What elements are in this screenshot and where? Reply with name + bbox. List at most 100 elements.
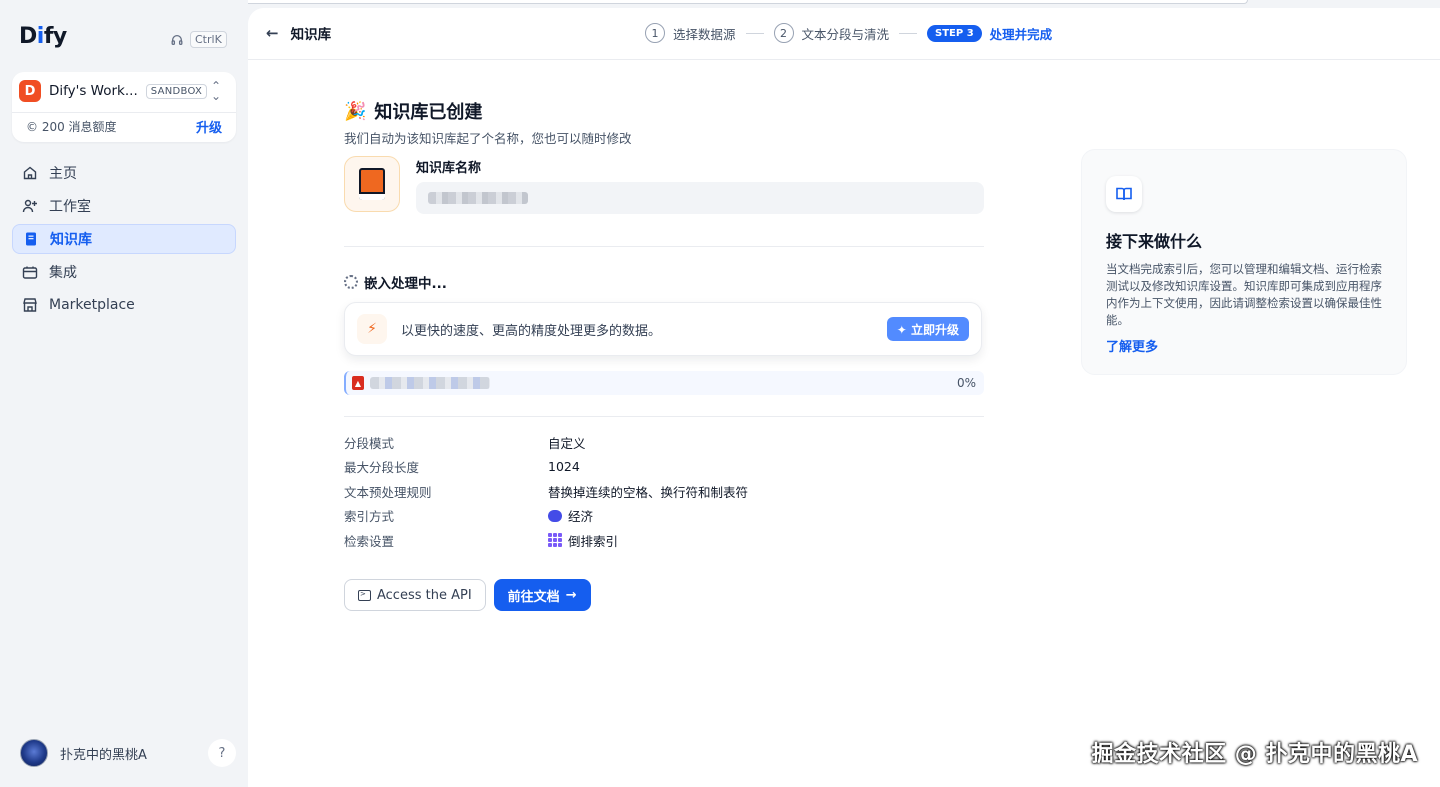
name-label: 知识库名称 [416,161,482,176]
back-label: 知识库 [290,27,332,43]
nav-item-knowledge[interactable]: 知识库 [12,224,236,254]
pdf-file-icon: ▲ [352,376,364,390]
workspace-switcher[interactable]: D Dify's Work... SANDBOX ⌃ ⌄ [19,80,231,102]
setting-key: 检索设置 [344,533,395,549]
page-title: 🎉 知识库已创建 [344,98,984,124]
workspace-name: Dify's Work... [49,83,138,99]
current-step-badge: STEP 3 [927,24,982,42]
title-text: 知识库已创建 [374,102,483,123]
divider [344,416,984,417]
setting-value: 自定义 [548,435,586,451]
action-buttons: > Access the API 前往文档 → [344,579,591,611]
embedding-title: 嵌入处理中... [364,276,447,292]
chevron-up-down-icon: ⌃ ⌄ [210,79,221,103]
step-separator [899,32,918,34]
setting-row: 文本预处理规则 替换掉连续的空格、换行符和制表符 [344,479,984,504]
nav-item-marketplace[interactable]: Marketplace [12,290,236,320]
stepper: 1 选择数据源 2 文本分段与清洗 STEP 3 处理并完成 [645,23,1052,43]
plan-badge: SANDBOX [145,83,208,99]
knowledge-name-input[interactable] [416,182,984,214]
nav-item-home[interactable]: 主页 [12,158,236,188]
step-separator [745,32,764,34]
shortcut-badge: CtrlK [190,31,227,48]
step-number: 1 [645,23,665,43]
back-button[interactable]: ← 知识库 [266,23,331,43]
step-number: 2 [773,23,794,43]
book-open-icon [1106,176,1142,212]
setting-row: 检索设置 倒排索引 [344,528,984,553]
nav-label: Marketplace [49,297,135,313]
upsell-text: 以更快的速度、更高的精度处理更多的数据。 [401,323,662,339]
upgrade-link[interactable]: 升级 [196,117,222,136]
next-steps-description: 当文档完成索引后，您可以管理和编辑文档、运行检索测试以及修改知识库设置。知识库即… [1106,262,1382,327]
user-name: 扑克中的黑桃A [60,747,147,763]
setting-key: 分段模式 [344,435,395,451]
dify-logo[interactable]: Dify [19,24,67,49]
knowledge-name-block: 知识库名称 [344,156,984,216]
knowledge-icon-picker[interactable] [344,156,400,212]
grid-icon [548,533,562,548]
creation-result: 🎉 知识库已创建 我们自动为该知识库起了个名称，您也可以随时修改 知识库名称 嵌… [344,98,984,611]
nav-label: 集成 [49,265,77,281]
next-steps-title: 接下来做什么 [1106,232,1203,251]
next-steps-card: 接下来做什么 当文档完成索引后，您可以管理和编辑文档、运行检索测试以及修改知识库… [1081,149,1407,375]
step-label: 选择数据源 [673,26,736,42]
divider [12,112,236,113]
arrow-right-icon: → [565,587,577,603]
home-icon [21,164,39,182]
message-quota: © 200 消息额度 [26,120,117,134]
processing-settings: 分段模式 自定义 最大分段长度 1024 文本预处理规则 替换掉连续的空格、换行… [344,430,984,553]
access-api-button[interactable]: > Access the API [344,579,486,611]
marketplace-icon [21,296,39,314]
setting-value: 倒排索引 [548,531,618,550]
current-step-label: 处理并完成 [989,26,1053,42]
main-nav: 主页 工作室 知识库 集成 Marketplace [12,158,236,323]
main-panel: ← 知识库 1 选择数据源 2 文本分段与清洗 STEP 3 处理并完成 🎉 知… [248,8,1440,787]
button-label: Access the API [377,587,472,603]
learn-more-link[interactable]: 了解更多 [1106,336,1158,355]
help-button[interactable]: ? [208,739,236,767]
nav-item-tools[interactable]: 集成 [12,257,236,287]
progress-percent: 0% [956,376,976,390]
setting-value: 经济 [548,506,593,525]
terminal-icon: > [358,589,371,601]
file-progress-row: ▲ 0% [344,371,984,395]
setting-key: 索引方式 [344,509,395,525]
headset-icon [171,34,183,45]
knowledge-icon [22,230,40,248]
nav-label: 主页 [49,166,77,182]
setting-key: 最大分段长度 [344,460,420,476]
divider [344,246,984,247]
button-label: 前往文档 [507,589,560,605]
browser-bar-edge [118,0,1248,4]
setting-row: 最大分段长度 1024 [344,455,984,480]
page-subtitle: 我们自动为该知识库起了个名称，您也可以随时修改 [344,131,632,146]
setting-key: 文本预处理规则 [344,484,432,500]
tools-icon [21,263,39,281]
workspace-card: D Dify's Work... SANDBOX ⌃ ⌄ © 200 消息额度 升… [12,72,236,142]
watermark: 掘金技术社区 @ 扑克中的黑桃A [1091,742,1418,767]
setting-value: 1024 [548,459,580,475]
redacted-file-name [370,377,490,389]
loading-spinner-icon [344,275,358,289]
setting-value: 替换掉连续的空格、换行符和制表符 [548,484,749,500]
book-icon [359,168,385,200]
arrow-left-icon: ← [266,24,279,42]
sidebar: Dify CtrlK D Dify's Work... SANDBOX ⌃ ⌄ ©… [0,0,248,787]
user-profile[interactable]: 扑克中的黑桃A ? [20,739,236,767]
studio-icon [21,197,39,215]
setting-row: 分段模式 自定义 [344,430,984,455]
upgrade-now-button[interactable]: ✦ 立即升级 [886,317,969,341]
lightning-icon: ⚡ [357,314,387,344]
nav-label: 知识库 [50,232,92,248]
piggy-bank-icon [548,509,562,522]
avatar [20,739,48,767]
search-button[interactable]: CtrlK [170,31,227,48]
nav-label: 工作室 [49,199,91,215]
setting-row: 索引方式 经济 [344,504,984,529]
topbar: ← 知识库 1 选择数据源 2 文本分段与清洗 STEP 3 处理并完成 [248,8,1440,60]
go-to-documents-button[interactable]: 前往文档 → [493,579,591,611]
nav-item-studio[interactable]: 工作室 [12,191,236,221]
party-popper-icon: 🎉 [344,100,367,122]
step-label: 文本分段与清洗 [801,26,890,42]
